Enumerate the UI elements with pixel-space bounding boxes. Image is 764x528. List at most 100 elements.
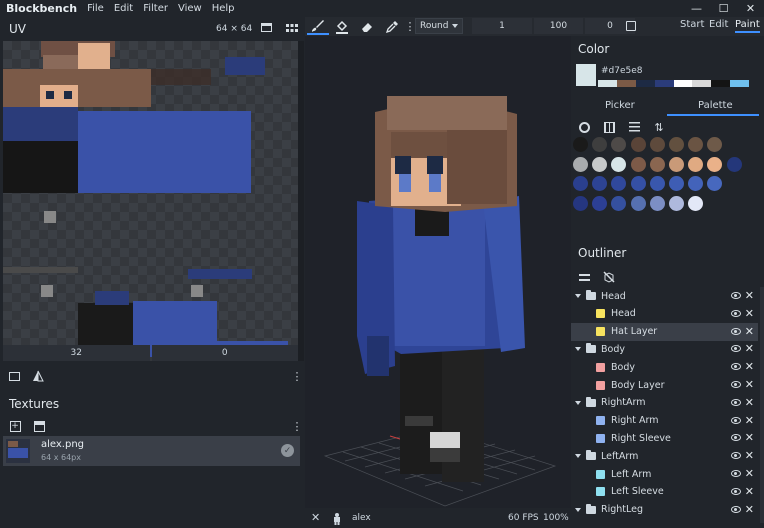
menu-help[interactable]: Help <box>212 3 235 14</box>
palette-color-swatch[interactable] <box>592 195 608 211</box>
palette-color-swatch[interactable] <box>649 156 665 172</box>
outliner-scrollbar[interactable] <box>760 287 764 523</box>
palette-color-swatch[interactable] <box>630 195 646 211</box>
palette-color-swatch[interactable] <box>592 156 608 172</box>
palette-color-swatch[interactable] <box>688 137 704 152</box>
lock-toggle-icon[interactable]: ✕ <box>745 325 754 338</box>
eye-icon[interactable] <box>731 292 741 299</box>
lock-toggle-icon[interactable]: ✕ <box>745 396 754 409</box>
palette-color-swatch[interactable] <box>611 176 627 191</box>
outliner-group-row[interactable]: LeftArm ✕ <box>571 447 758 465</box>
eye-icon[interactable] <box>731 416 741 424</box>
chevron-down-icon[interactable] <box>575 400 581 405</box>
eye-icon[interactable] <box>731 470 741 477</box>
palette-color-swatch[interactable] <box>630 176 646 191</box>
eye-icon[interactable] <box>731 345 741 353</box>
color-history-swatch[interactable] <box>654 80 674 87</box>
color-history-swatch[interactable] <box>616 80 636 87</box>
outliner-group-row[interactable]: Body ✕ <box>571 340 758 358</box>
textures-more-icon[interactable]: ⋮ <box>290 419 304 433</box>
palette-color-swatch[interactable] <box>611 137 627 152</box>
lock-toggle-icon[interactable]: ✕ <box>745 378 754 391</box>
palette-color-swatch[interactable] <box>669 137 684 152</box>
uv-y-input[interactable]: 0 <box>151 345 298 361</box>
eye-icon[interactable] <box>731 398 741 406</box>
sort-icon[interactable]: ⇅ <box>652 120 666 134</box>
palette-color-swatch[interactable] <box>688 156 704 172</box>
tab-edit[interactable]: Edit <box>709 19 728 30</box>
menu-view[interactable]: View <box>178 3 202 14</box>
eye-icon[interactable] <box>731 452 741 460</box>
lock-toggle-icon[interactable]: ✕ <box>745 289 754 302</box>
palette-color-swatch[interactable] <box>649 176 665 191</box>
palette-color-swatch[interactable] <box>688 195 704 211</box>
eye-icon[interactable] <box>731 434 741 442</box>
palette-color-swatch[interactable] <box>669 156 684 172</box>
uv-scrollbar[interactable] <box>298 41 304 361</box>
eye-icon[interactable] <box>731 505 741 513</box>
viewport-3d[interactable] <box>305 36 571 508</box>
color-history-swatch[interactable] <box>711 80 731 87</box>
outliner-group-row[interactable]: Head ✕ <box>571 287 758 305</box>
palette-icon[interactable] <box>577 120 591 134</box>
close-icon[interactable]: ✕ <box>311 511 320 524</box>
maximize-button[interactable]: ☐ <box>710 0 737 17</box>
cube-hidden-icon[interactable] <box>602 270 616 284</box>
brush-mode-select[interactable]: Round <box>415 18 463 34</box>
palette-color-swatch[interactable] <box>707 176 723 191</box>
lock-toggle-icon[interactable]: ✕ <box>745 431 754 444</box>
collapse-all-icon[interactable] <box>577 270 591 284</box>
uv-grid-icon[interactable] <box>286 23 298 35</box>
palette-color-swatch[interactable] <box>630 156 646 172</box>
eye-icon[interactable] <box>731 309 741 317</box>
outliner-cube-row[interactable]: Left Arm ✕ <box>571 465 758 483</box>
outliner-cube-row[interactable]: Right Arm ✕ <box>571 412 758 430</box>
eye-icon[interactable] <box>731 487 741 495</box>
tab-palette[interactable]: Palette <box>698 100 733 111</box>
texture-list-item[interactable]: alex.png 64 x 64px ✓ <box>3 436 300 466</box>
color-history-swatch[interactable] <box>635 80 655 87</box>
outliner-cube-row[interactable]: Left Sleeve ✕ <box>571 483 758 501</box>
palette-color-swatch[interactable] <box>573 176 588 191</box>
palette-color-swatch[interactable] <box>726 156 742 172</box>
palette-color-swatch[interactable] <box>592 137 608 152</box>
tab-picker[interactable]: Picker <box>605 100 635 111</box>
menu-file[interactable]: File <box>87 3 104 14</box>
color-hex-value[interactable]: #d7e5e8 <box>601 66 643 76</box>
outliner-cube-row[interactable]: Body Layer ✕ <box>571 376 758 394</box>
lock-toggle-icon[interactable]: ✕ <box>745 307 754 320</box>
outliner-group-row[interactable]: RightArm ✕ <box>571 394 758 412</box>
palette-color-swatch[interactable] <box>573 156 588 172</box>
lock-toggle-icon[interactable]: ✕ <box>745 342 754 355</box>
palette-color-swatch[interactable] <box>573 137 588 152</box>
current-color-swatch[interactable] <box>576 64 596 86</box>
uv-fullscreen-icon[interactable] <box>261 23 273 35</box>
palette-list-icon[interactable] <box>627 120 641 134</box>
palette-color-swatch[interactable] <box>592 176 608 191</box>
uv-mirror-icon[interactable] <box>31 369 45 383</box>
outliner-group-row[interactable]: RightLeg ✕ <box>571 501 758 519</box>
palette-color-swatch[interactable] <box>707 137 723 152</box>
color-history-swatch[interactable] <box>692 80 712 87</box>
palette-color-swatch[interactable] <box>611 195 627 211</box>
outliner-cube-row[interactable]: Head ✕ <box>571 305 758 323</box>
color-history-swatch[interactable] <box>598 80 617 87</box>
fill-tool-button[interactable] <box>331 18 353 35</box>
tab-paint[interactable]: Paint <box>735 19 760 33</box>
color-history-swatch[interactable] <box>730 80 749 87</box>
brush-tool-button[interactable] <box>307 18 329 35</box>
palette-color-swatch[interactable] <box>611 156 627 172</box>
tab-start[interactable]: Start <box>680 19 704 30</box>
save-texture-icon[interactable] <box>32 419 46 433</box>
chevron-down-icon[interactable] <box>575 454 581 459</box>
color-history-swatch[interactable] <box>673 80 693 87</box>
outliner-cube-row[interactable]: Right Sleeve ✕ <box>571 429 758 447</box>
uv-more-icon[interactable]: ⋮ <box>290 369 304 383</box>
lock-toggle-icon[interactable]: ✕ <box>745 360 754 373</box>
chevron-down-icon[interactable] <box>575 294 581 298</box>
palette-color-swatch[interactable] <box>630 137 646 152</box>
checkbox-icon[interactable] <box>624 19 638 33</box>
lock-toggle-icon[interactable]: ✕ <box>745 485 754 498</box>
palette-grid-icon[interactable] <box>602 120 616 134</box>
palette-color-swatch[interactable] <box>669 195 684 211</box>
